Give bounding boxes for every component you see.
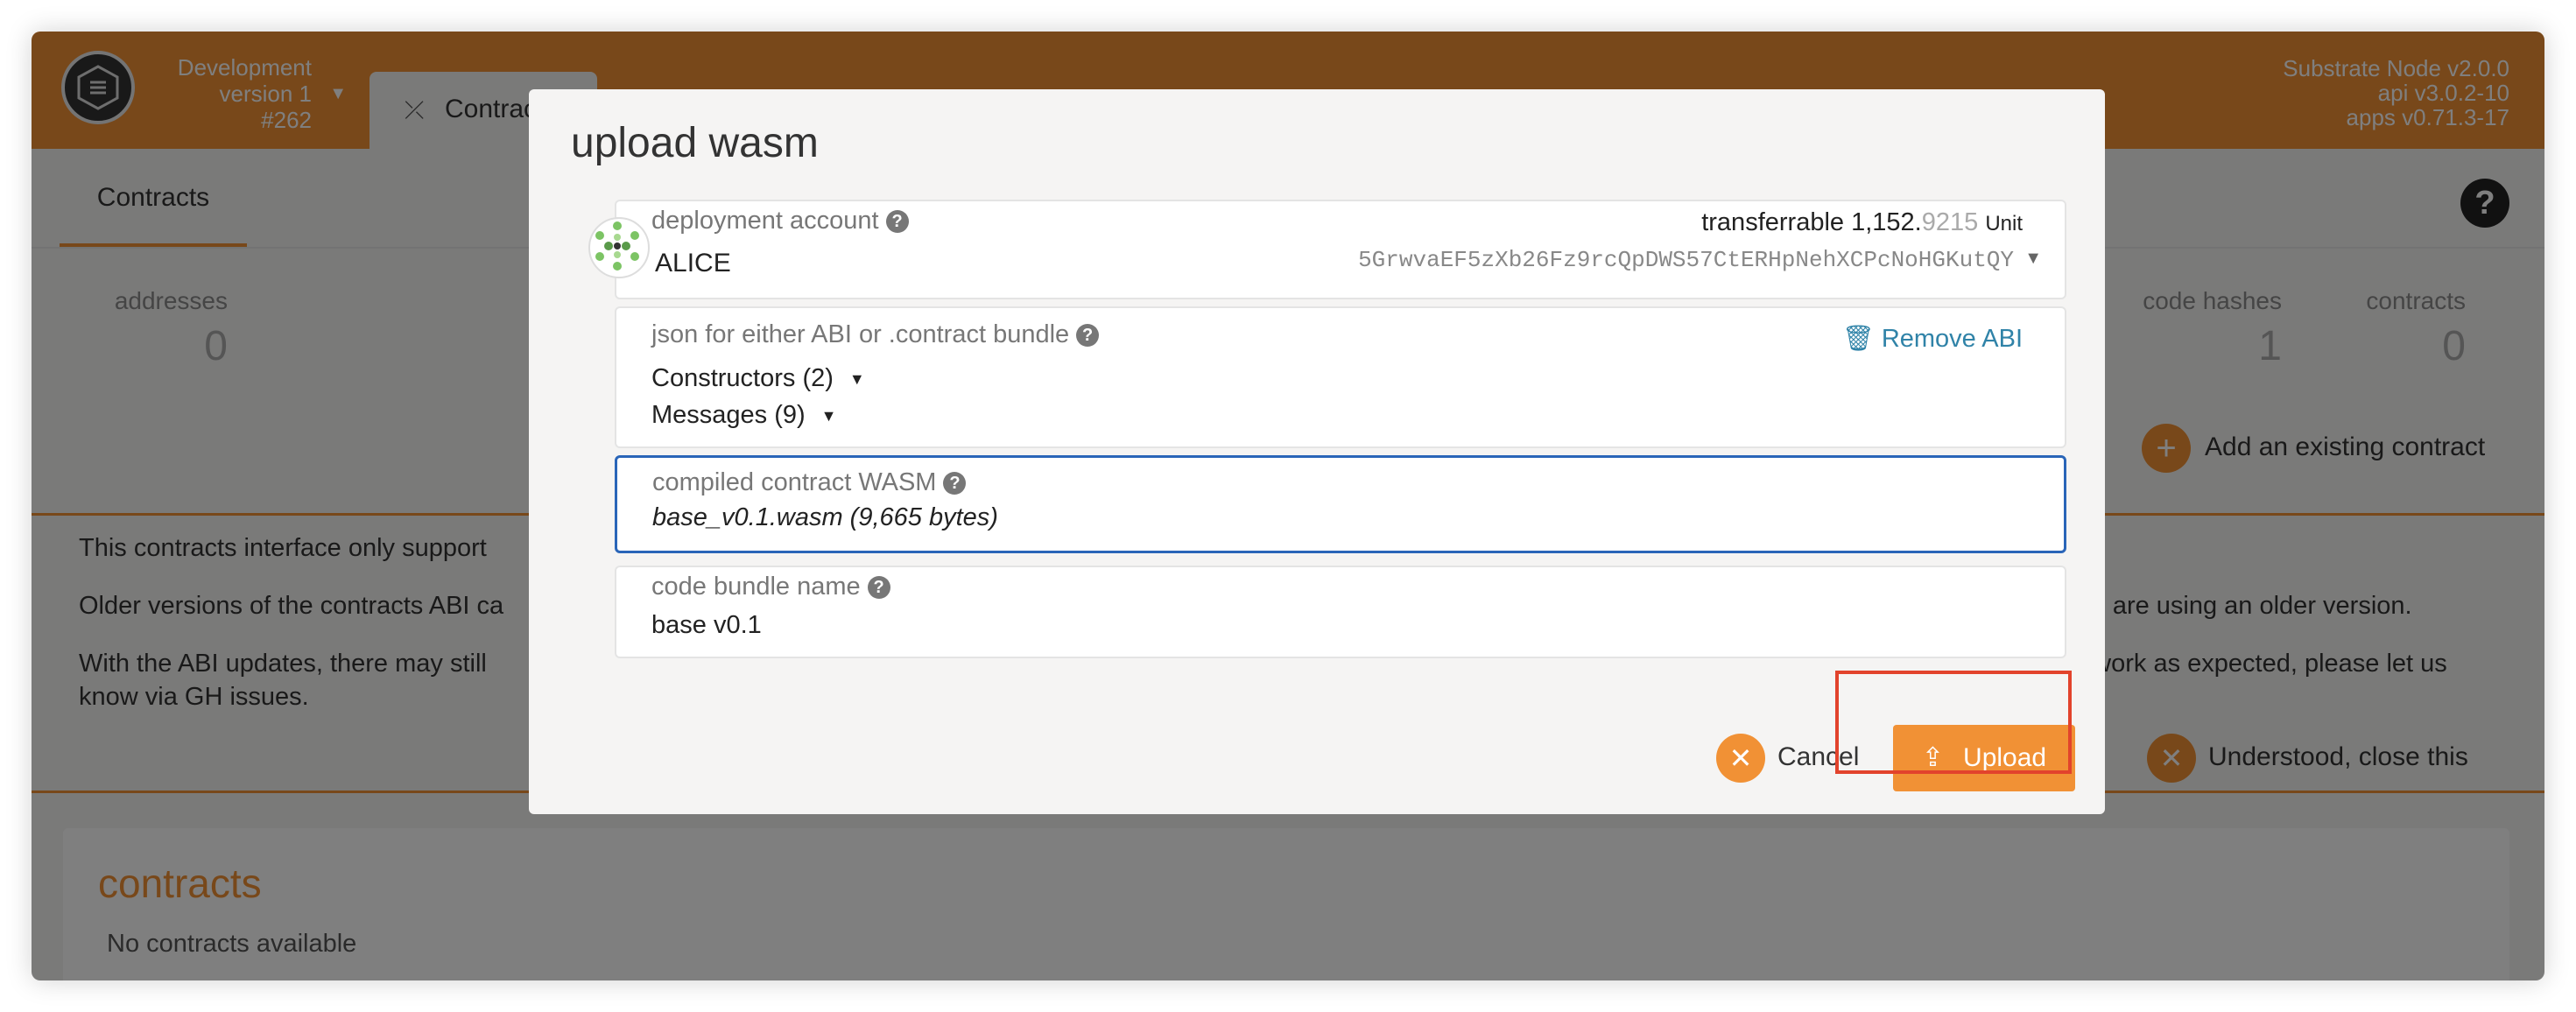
deployment-account-label: deployment account? [651,207,909,235]
app-window: Development version 1 #262 ▼ ⤫ Contracts… [32,32,2544,980]
upload-highlight-box [1835,671,2072,774]
trash-icon: 🗑 [1841,325,1875,353]
chevron-down-icon: ▼ [848,369,865,388]
chevron-down-icon: ▼ [820,406,837,425]
wasm-file-value: base_v0.1.wasm (9,665 bytes) [652,503,998,531]
remove-abi-label: Remove ABI [1881,325,2023,353]
messages-expander[interactable]: Messages (9) ▼ [651,401,837,430]
account-address: 5GrwvaEF5zXb26Fz9rcQpDWS57CtERHpNehXCPcN… [1358,247,2014,273]
close-icon: ✕ [1716,734,1765,783]
chevron-down-icon[interactable]: ▼ [2024,249,2042,269]
help-icon[interactable]: ? [867,576,890,600]
abi-field[interactable]: json for either ABI or .contract bundle?… [615,306,2066,448]
help-icon[interactable]: ? [1076,324,1100,348]
wasm-file-field[interactable]: compiled contract WASM? base_v0.1.wasm (… [615,455,2066,553]
remove-abi-button[interactable]: 🗑 Remove ABI [1842,324,2023,354]
modal-title: upload wasm [571,120,819,166]
wasm-label: compiled contract WASM? [652,468,967,497]
help-icon[interactable]: ? [885,210,909,234]
code-bundle-name-field[interactable]: code bundle name? base v0.1 [615,566,2066,658]
abi-label: json for either ABI or .contract bundle? [651,320,1100,349]
account-avatar-icon [588,217,650,278]
identicon [595,221,639,271]
code-bundle-name-input[interactable]: base v0.1 [651,611,762,640]
deployment-account-field[interactable]: deployment account? ALICE transferrable … [588,200,2066,299]
help-icon[interactable]: ? [943,472,967,495]
constructors-expander[interactable]: Constructors (2) ▼ [651,364,865,393]
account-name: ALICE [655,249,731,278]
code-bundle-name-label: code bundle name? [651,573,890,601]
transferrable-balance: transferrable 1,152.9215 Unit [1701,208,2023,236]
